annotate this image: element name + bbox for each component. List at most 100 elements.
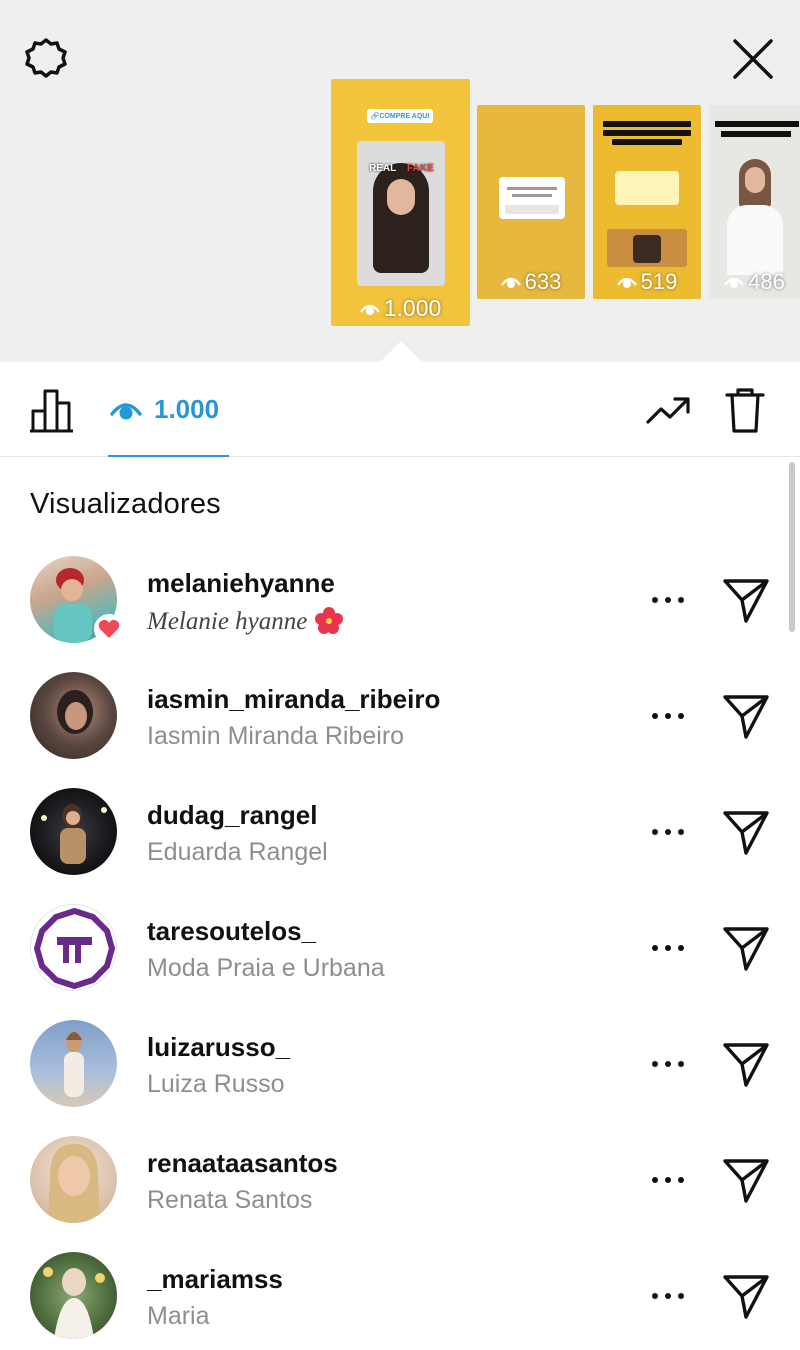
avatar[interactable] bbox=[30, 788, 117, 875]
avatar[interactable] bbox=[30, 1020, 117, 1107]
delete-button[interactable] bbox=[723, 385, 767, 435]
story-label-real: REAL bbox=[369, 163, 397, 174]
story-views: 519 bbox=[593, 269, 701, 295]
more-options-button[interactable] bbox=[644, 1276, 692, 1316]
viewer-fullname: Iasmin Miranda Ribeiro bbox=[147, 722, 405, 750]
viewer-row[interactable]: luizarusso_ Luiza Russo bbox=[0, 1020, 790, 1136]
shop-link-sticker: 🔗 COMPRE AQUI bbox=[367, 109, 433, 123]
more-options-button[interactable] bbox=[644, 928, 692, 968]
trending-up-icon bbox=[646, 397, 690, 424]
viewer-row[interactable]: renaataasantos Renata Santos bbox=[0, 1136, 790, 1252]
story-preview-image bbox=[607, 229, 687, 267]
send-message-button[interactable] bbox=[720, 690, 772, 742]
more-horizontal-icon bbox=[652, 1293, 684, 1299]
story-strip: 🔗 COMPRE AQUI REAL FAKE 1.000 633 519 48… bbox=[0, 0, 800, 362]
send-icon bbox=[723, 1159, 769, 1203]
viewers-heading: Visualizadores bbox=[30, 488, 221, 520]
story-thumbnail[interactable]: 633 bbox=[477, 105, 585, 299]
viewer-row[interactable]: _mariamss Maria bbox=[0, 1252, 790, 1350]
viewer-username[interactable]: melaniehyanne bbox=[147, 568, 335, 599]
send-message-button[interactable] bbox=[720, 1154, 772, 1206]
shop-link-text: COMPRE AQUI bbox=[379, 112, 430, 120]
eye-icon bbox=[616, 277, 637, 288]
viewer-fullname: Maria bbox=[147, 1302, 210, 1330]
trash-icon bbox=[725, 388, 765, 433]
story-views-count: 633 bbox=[524, 269, 562, 294]
more-options-button[interactable] bbox=[644, 580, 692, 620]
more-horizontal-icon bbox=[652, 1177, 684, 1183]
send-icon bbox=[723, 1043, 769, 1087]
gear-icon bbox=[25, 38, 67, 78]
story-views: 633 bbox=[477, 269, 585, 295]
settings-button[interactable] bbox=[21, 34, 71, 84]
avatar[interactable] bbox=[30, 904, 117, 991]
viewer-username[interactable]: iasmin_miranda_ribeiro bbox=[147, 684, 440, 715]
close-button[interactable] bbox=[728, 34, 778, 84]
selected-story-pointer bbox=[380, 341, 422, 362]
viewer-fullname: Moda Praia e Urbana bbox=[147, 954, 385, 982]
viewer-username[interactable]: renaataasantos bbox=[147, 1148, 338, 1179]
liked-story-badge bbox=[94, 614, 124, 644]
eye-icon bbox=[724, 277, 745, 288]
more-horizontal-icon bbox=[652, 713, 684, 719]
story-views: 1.000 bbox=[331, 295, 470, 322]
eye-icon bbox=[110, 402, 142, 419]
story-preview-image: REAL FAKE bbox=[357, 141, 445, 286]
insights-button[interactable] bbox=[27, 385, 81, 435]
viewer-username[interactable]: taresoutelos_ bbox=[147, 916, 316, 947]
story-thumbnail[interactable]: 519 bbox=[593, 105, 701, 299]
active-tab-indicator bbox=[108, 455, 229, 457]
close-icon bbox=[733, 39, 773, 79]
story-views-count: 486 bbox=[748, 269, 785, 294]
send-icon bbox=[723, 927, 769, 971]
send-message-button[interactable] bbox=[720, 806, 772, 858]
story-label-fake: FAKE bbox=[407, 163, 434, 174]
story-thumbnail[interactable]: 🔗 COMPRE AQUI REAL FAKE 1.000 bbox=[331, 79, 470, 326]
more-options-button[interactable] bbox=[644, 696, 692, 736]
poll-sticker bbox=[615, 171, 679, 205]
avatar[interactable] bbox=[30, 1252, 117, 1339]
viewer-row[interactable]: iasmin_miranda_ribeiro Iasmin Miranda Ri… bbox=[0, 672, 790, 788]
send-message-button[interactable] bbox=[720, 922, 772, 974]
viewer-username[interactable]: _mariamss bbox=[147, 1264, 283, 1295]
hibiscus-icon bbox=[315, 607, 344, 634]
more-horizontal-icon bbox=[652, 1061, 684, 1067]
viewer-fullname-row: Melanie hyanne bbox=[147, 606, 344, 636]
more-horizontal-icon bbox=[652, 597, 684, 603]
viewer-row[interactable]: melaniehyanne Melanie hyanne bbox=[0, 556, 790, 672]
question-sticker bbox=[499, 177, 565, 219]
tab-viewers[interactable]: 1.000 bbox=[108, 362, 229, 457]
more-options-button[interactable] bbox=[644, 812, 692, 852]
send-icon bbox=[723, 811, 769, 855]
viewers-count: 1.000 bbox=[154, 394, 220, 424]
send-message-button[interactable] bbox=[720, 1038, 772, 1090]
viewer-fullname: Luiza Russo bbox=[147, 1070, 285, 1098]
send-icon bbox=[723, 695, 769, 739]
viewer-fullname: Renata Santos bbox=[147, 1186, 313, 1214]
more-options-button[interactable] bbox=[644, 1160, 692, 1200]
more-horizontal-icon bbox=[652, 945, 684, 951]
send-message-button[interactable] bbox=[720, 574, 772, 626]
viewer-row[interactable]: taresoutelos_ Moda Praia e Urbana bbox=[0, 904, 790, 1020]
eye-icon bbox=[500, 277, 521, 288]
viewer-username[interactable]: dudag_rangel bbox=[147, 800, 317, 831]
avatar[interactable] bbox=[30, 1136, 117, 1223]
more-horizontal-icon bbox=[652, 829, 684, 835]
story-preview-image bbox=[725, 155, 785, 275]
eye-icon bbox=[359, 304, 380, 315]
send-icon bbox=[723, 579, 769, 623]
viewer-username[interactable]: luizarusso_ bbox=[147, 1032, 290, 1063]
heart-icon bbox=[98, 619, 120, 638]
viewer-row[interactable]: dudag_rangel Eduarda Rangel bbox=[0, 788, 790, 904]
story-views: 486 bbox=[709, 269, 800, 295]
more-options-button[interactable] bbox=[644, 1044, 692, 1084]
bar-chart-icon bbox=[30, 389, 73, 433]
story-views-count: 519 bbox=[640, 269, 678, 294]
avatar[interactable] bbox=[30, 672, 117, 759]
story-views-count: 1.000 bbox=[383, 295, 442, 321]
promote-button[interactable] bbox=[644, 390, 692, 430]
story-thumbnail[interactable]: 486 bbox=[709, 105, 800, 299]
story-stats-bar: 1.000 bbox=[0, 362, 800, 457]
send-message-button[interactable] bbox=[720, 1270, 772, 1322]
viewer-fullname: Melanie hyanne bbox=[147, 608, 308, 635]
